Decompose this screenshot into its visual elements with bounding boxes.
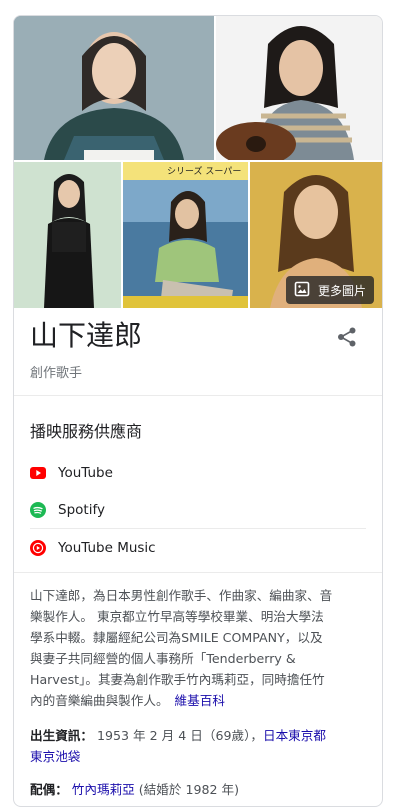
provider-label: YouTube (58, 464, 113, 481)
wikipedia-link[interactable]: 維基百科 (175, 693, 225, 708)
provider-youtube-music[interactable]: YouTube Music (30, 529, 366, 566)
fact-spouse: 配偶： 竹內瑪莉亞 (結婚於 1982 年) (14, 779, 382, 800)
fact-born-value: 1953 年 2 月 4 日（69歲） (96, 728, 251, 743)
spotify-icon (30, 501, 46, 518)
provider-spotify[interactable]: Spotify (30, 491, 366, 528)
photo-4[interactable]: シリーズ スーパー (123, 162, 248, 308)
photo-3[interactable] (14, 162, 121, 308)
photo-1[interactable] (14, 16, 214, 160)
description-line: 山下達郎，為日本男性創作歌手、作曲家、編曲家、音 (30, 588, 333, 603)
streaming-heading: 播映服務供應商 (30, 422, 143, 441)
image-icon (294, 281, 310, 300)
description-line: 學系中輟。隸屬經紀公司為SMILE COMPANY，以及 (30, 630, 323, 645)
youtube-icon (30, 465, 46, 481)
fact-born-label: 出生資訊： (30, 728, 93, 743)
more-images-label: 更多圖片 (317, 283, 366, 298)
description-line: 內的音樂編曲與製作人。 (30, 693, 169, 708)
youtube-music-icon (30, 539, 46, 556)
image-gallery: シリーズ スーパー 更多圖片 (14, 16, 382, 308)
fact-born: 出生資訊： 1953 年 2 月 4 日（69歲），日本東京都 東京池袋 (30, 728, 326, 764)
provider-label: Spotify (58, 501, 105, 518)
photo-4-strip-text: シリーズ スーパー (167, 167, 242, 177)
entity-description: 山下達郎，為日本男性創作歌手、作曲家、編曲家、音 樂製作人。 東京都立竹早高等學… (14, 573, 382, 711)
spouse-detail: (結婚於 1982 年) (138, 782, 240, 797)
provider-label: YouTube Music (58, 539, 156, 556)
born-place-link[interactable]: 日本東京都 (263, 728, 326, 743)
more-images-button[interactable]: 更多圖片 (285, 276, 374, 304)
entity-subtitle: 創作歌手 (30, 366, 83, 381)
provider-youtube[interactable]: YouTube (30, 454, 366, 491)
knowledge-panel: シリーズ スーパー 更多圖片 山下達郎 創作歌手 播映服務供應商 YouTube… (13, 15, 383, 807)
entity-title: 山下達郎 (30, 319, 143, 352)
description-line: Harvest」。其妻為創作歌手竹內瑪莉亞，同時擔任竹 (30, 672, 325, 687)
description-line: 與妻子共同經營的個人事務所「Tenderberry & (30, 651, 296, 666)
description-line: 樂製作人。 東京都立竹早高等學校畢業、明治大學法 (30, 609, 324, 624)
share-icon[interactable] (336, 326, 358, 348)
fact-spouse-label: 配偶： (30, 782, 68, 797)
born-place-link-2[interactable]: 東京池袋 (30, 749, 80, 764)
spouse-link[interactable]: 竹內瑪莉亞 (72, 782, 135, 797)
entity-header: 山下達郎 創作歌手 (14, 308, 382, 396)
streaming-section: 播映服務供應商 YouTube Spotify YouTube Music (14, 396, 382, 566)
photo-2[interactable] (216, 16, 382, 160)
